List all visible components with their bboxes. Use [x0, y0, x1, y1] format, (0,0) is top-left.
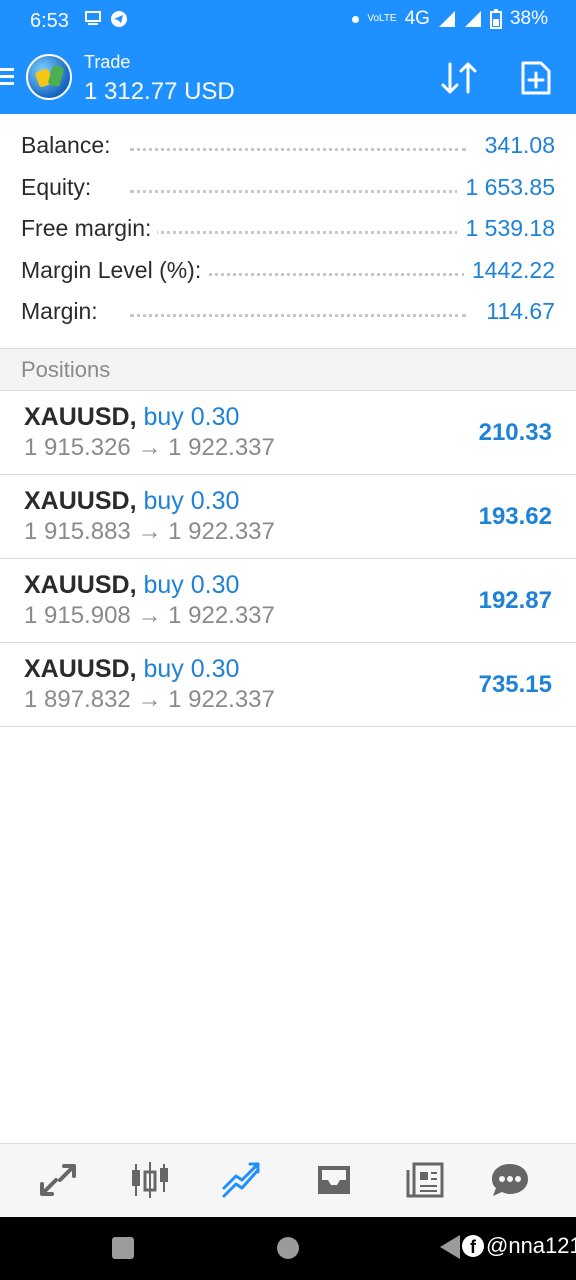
status-dot-icon — [352, 15, 360, 23]
dotted-leader — [130, 189, 466, 193]
summary-row-free-margin: Free margin: 1 539.18 — [0, 209, 576, 251]
positions-list: XAUUSD, buy 0.30 1 915.326 → 1 922.337 2… — [0, 391, 576, 727]
facebook-icon: f — [462, 1235, 484, 1257]
signal-icon — [438, 11, 455, 27]
summary-label: Margin Level (%): — [21, 256, 208, 284]
position-symbol: XAUUSD, — [24, 571, 137, 599]
bottom-tab-bar — [0, 1143, 576, 1217]
position-row[interactable]: XAUUSD, buy 0.30 1 915.908 → 1 922.337 1… — [0, 559, 576, 643]
summary-value: 1442.22 — [463, 256, 555, 284]
summary-row-equity: Equity: 1 653.85 — [0, 168, 576, 210]
position-symbol: XAUUSD, — [24, 655, 137, 683]
summary-label: Margin: — [21, 298, 104, 325]
summary-label: Free margin: — [21, 215, 158, 242]
dotted-leader — [130, 148, 466, 151]
account-summary: Balance: 341.08 Equity: 1 653.85 Free ma… — [0, 126, 576, 334]
page-title: Trade — [84, 52, 131, 72]
summary-row-margin-level: Margin Level (%): 1442.22 — [0, 251, 576, 293]
battery-level: 38% — [509, 8, 548, 29]
summary-value: 1 539.18 — [457, 215, 555, 242]
news-icon[interactable] — [404, 1160, 448, 1200]
notification-icon — [85, 11, 101, 25]
app-header: Trade 1 312.77 USD — [0, 44, 576, 114]
history-icon[interactable] — [312, 1160, 356, 1200]
position-profit: 192.87 — [478, 587, 552, 614]
position-prices: 1 915.908 → 1 922.337 — [24, 602, 275, 629]
position-prices: 1 915.326 → 1 922.337 — [24, 434, 275, 461]
position-direction: buy 0.30 — [143, 487, 240, 515]
telegram-icon — [111, 11, 127, 27]
position-profit: 193.62 — [478, 503, 552, 530]
position-direction: buy 0.30 — [143, 403, 240, 431]
sort-icon[interactable] — [440, 60, 480, 96]
app-logo — [26, 54, 72, 100]
battery-icon — [489, 9, 502, 29]
position-prices: 1 897.832 → 1 922.337 — [24, 686, 275, 713]
back-button[interactable] — [440, 1235, 460, 1259]
summary-row-balance: Balance: 341.08 — [0, 126, 576, 168]
position-direction: buy 0.30 — [143, 571, 240, 599]
watermark-text: @nna121 — [486, 1233, 576, 1258]
position-row[interactable]: XAUUSD, buy 0.30 1 915.883 → 1 922.337 1… — [0, 475, 576, 559]
dotted-leader — [130, 314, 466, 317]
top-bar: 6:53 VoLTE 4G 38% Trade 1 312.77 USD — [0, 0, 576, 114]
menu-icon[interactable] — [0, 68, 16, 88]
position-symbol: XAUUSD, — [24, 403, 137, 431]
positions-section-header: Positions — [0, 348, 576, 391]
status-bar: 6:53 VoLTE 4G 38% — [0, 0, 576, 44]
position-symbol: XAUUSD, — [24, 487, 137, 515]
position-prices: 1 915.883 → 1 922.337 — [24, 518, 275, 545]
trade-icon[interactable] — [220, 1160, 264, 1200]
watermark: f @nna121 — [462, 1233, 576, 1259]
network-type: 4G — [404, 8, 430, 29]
position-row[interactable]: XAUUSD, buy 0.30 1 915.326 → 1 922.337 2… — [0, 391, 576, 475]
messages-icon[interactable] — [488, 1160, 532, 1200]
android-navigation-bar: f @nna121 — [0, 1217, 576, 1280]
volte-icon: VoLTE — [367, 13, 397, 24]
status-time: 6:53 — [30, 10, 69, 32]
summary-row-margin: Margin: 114.67 — [0, 292, 576, 334]
dotted-leader — [130, 231, 466, 234]
position-row[interactable]: XAUUSD, buy 0.30 1 897.832 → 1 922.337 7… — [0, 643, 576, 727]
summary-label: Balance: — [21, 132, 117, 159]
position-direction: buy 0.30 — [143, 655, 240, 683]
summary-value: 114.67 — [478, 298, 555, 325]
recents-button[interactable] — [112, 1237, 134, 1259]
signal-icon-2 — [464, 11, 481, 27]
quotes-icon[interactable] — [36, 1160, 80, 1200]
summary-value: 1 653.85 — [457, 173, 555, 201]
positions-title: Positions — [21, 357, 111, 382]
chart-icon[interactable] — [128, 1160, 172, 1200]
header-balance: 1 312.77 USD — [84, 78, 235, 105]
position-profit: 210.33 — [478, 419, 552, 446]
new-order-icon[interactable] — [520, 60, 552, 96]
home-button[interactable] — [277, 1237, 299, 1259]
summary-value: 341.08 — [476, 132, 555, 159]
summary-label: Equity: — [21, 173, 98, 201]
position-profit: 735.15 — [478, 671, 552, 698]
